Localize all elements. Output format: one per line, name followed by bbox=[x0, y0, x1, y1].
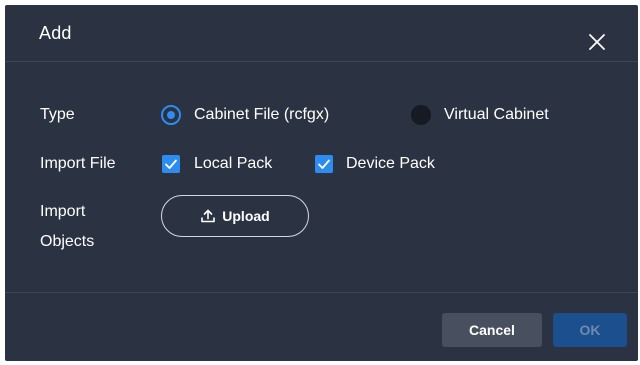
radio-cabinet-file-label[interactable]: Cabinet File (rcfgx) bbox=[194, 105, 329, 125]
close-icon bbox=[588, 33, 620, 51]
checkbox-local-pack-label[interactable]: Local Pack bbox=[194, 154, 272, 174]
import-objects-label-line2: Objects bbox=[40, 233, 95, 250]
close-button[interactable] bbox=[588, 33, 620, 65]
radio-cabinet-file[interactable] bbox=[161, 105, 181, 125]
radio-virtual-cabinet[interactable] bbox=[411, 105, 431, 125]
cancel-button[interactable]: Cancel bbox=[442, 313, 542, 347]
upload-icon bbox=[200, 208, 216, 224]
checkbox-device-pack[interactable] bbox=[315, 155, 333, 173]
checkbox-device-pack-label[interactable]: Device Pack bbox=[346, 154, 435, 174]
import-file-label: Import File bbox=[40, 155, 116, 172]
dialog-header: Add bbox=[5, 5, 638, 62]
checkmark-icon bbox=[315, 155, 333, 173]
ok-button[interactable]: OK bbox=[553, 313, 627, 347]
footer-divider bbox=[5, 292, 638, 293]
import-objects-label-line1: Import bbox=[40, 203, 86, 220]
upload-button[interactable]: Upload bbox=[161, 195, 309, 237]
checkmark-icon bbox=[162, 155, 180, 173]
radio-virtual-cabinet-label[interactable]: Virtual Cabinet bbox=[444, 105, 549, 125]
dialog-title: Add bbox=[39, 23, 72, 43]
upload-label: Upload bbox=[222, 208, 270, 224]
checkbox-local-pack[interactable] bbox=[162, 155, 180, 173]
type-label: Type bbox=[40, 106, 75, 123]
add-dialog: Add Type Cabinet File (rcfgx) Virtual Ca… bbox=[5, 5, 638, 361]
